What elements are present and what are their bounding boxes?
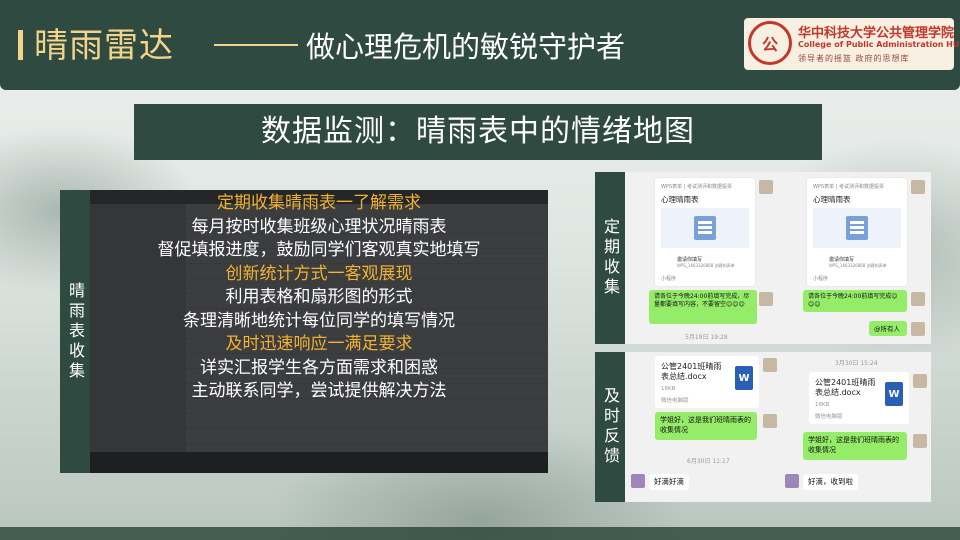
avatar	[759, 180, 773, 194]
avatar	[913, 374, 927, 388]
page-title: 晴雨雷达	[34, 26, 174, 66]
ack-bubble: 好滴好滴	[649, 474, 689, 490]
summary-line: 利用表格和扇形图的形式	[225, 287, 413, 307]
card-mini-program: 小程序	[661, 276, 677, 282]
card-preview	[813, 208, 901, 248]
left-panel-label: 晴雨表收集	[60, 190, 90, 473]
summary-line: 主动联系同学，尝试提供解决方法	[191, 381, 447, 401]
feedback-label-text: 及时反馈	[601, 387, 620, 467]
card-invite-sub: WPS_1663326868 创建的表单	[829, 263, 887, 268]
file-size: 18KB	[815, 402, 830, 408]
file-name: 公管2401班晴雨表总结.docx	[661, 362, 722, 381]
card-title: 心理晴雨表	[661, 195, 699, 204]
mention-bubble: @所有人	[869, 321, 907, 336]
avatar	[763, 414, 777, 428]
reminder-bubble: 请各位于今晚24:00前填写完成，尽量都要填写内容，不要留空😊😊😊	[649, 290, 757, 324]
word-doc-icon: W	[735, 366, 753, 390]
summary-heading-3: 及时迅速响应一满足要求	[225, 334, 413, 354]
feedback-chat-screenshot: 公管2401班晴雨表总结.docx 18KB 微信电脑版 W 学姐好，这是我们班…	[625, 352, 931, 502]
college-name-cn: 华中科技大学公共管理学院	[798, 26, 955, 41]
avatar	[785, 474, 799, 488]
feedback-label: 及时反馈	[595, 352, 625, 502]
page-subtitle: 做心理危机的敏锐守护者	[306, 30, 626, 64]
avatar	[911, 292, 925, 306]
form-share-card[interactable]: WPS表单 | 考试测评和数据投票 心理晴雨表 邀请你填写 WPS_166332…	[807, 178, 907, 286]
reply-bubble: 学姐好，这是我们班晴雨表的收集情况	[803, 432, 907, 460]
file-message-card[interactable]: 公管2401班晴雨表总结.docx 18KB 微信电脑版 W	[809, 372, 909, 424]
card-preview	[661, 208, 749, 248]
college-motto: 领导者的摇篮 政府的思想库	[798, 54, 910, 63]
card-invite: 邀请你填写	[677, 257, 703, 263]
summary-line: 详实汇报学生各方面需求和困惑	[200, 357, 438, 378]
card-mini-program: 小程序	[813, 276, 829, 282]
spreadsheet-screenshot: 定期收集晴雨表一了解需求 每月按时收集班级心理状况晴雨表 督促填报进度，鼓励同学…	[90, 190, 548, 473]
college-logo: 公 华中科技大学公共管理学院 College of Public Adminis…	[744, 18, 960, 70]
form-share-card[interactable]: WPS表单 | 考试测评和数据投票 心理晴雨表 邀请你填写 WPS_166332…	[655, 178, 755, 286]
collect-label: 定期收集	[595, 172, 625, 344]
ack-bubble: 好滴，收到啦	[803, 474, 858, 490]
left-panel-label-text: 晴雨表收集	[66, 281, 85, 382]
summary-heading-1: 定期收集晴雨表一了解需求	[217, 193, 421, 213]
form-icon	[694, 216, 716, 240]
collect-chat-screenshot: WPS表单 | 考试测评和数据投票 心理晴雨表 邀请你填写 WPS_166332…	[625, 172, 931, 344]
card-invite: 邀请你填写	[829, 257, 855, 263]
avatar	[631, 474, 645, 488]
summary-line: 督促填报进度，鼓励同学们客观真实地填写	[157, 240, 481, 260]
summary-line: 每月按时收集班级心理状况晴雨表	[191, 216, 447, 237]
summary-heading-2: 创新统计方式一客观展现	[225, 263, 413, 284]
avatar	[911, 322, 925, 336]
summary-text-block: 定期收集晴雨表一了解需求 每月按时收集班级心理状况晴雨表 督促填报进度，鼓励同学…	[90, 192, 548, 404]
title-accent-bar	[18, 30, 23, 60]
section-title: 数据监测：晴雨表中的情绪地图	[261, 114, 695, 149]
reply-bubble: 学姐好，这是我们班晴雨表的收集情况	[655, 412, 757, 440]
card-header: WPS表单 | 考试测评和数据投票	[813, 184, 884, 190]
avatar	[911, 180, 925, 194]
college-seal-icon: 公	[748, 21, 792, 65]
avatar	[759, 292, 773, 306]
file-name: 公管2401班晴雨表总结.docx	[815, 378, 876, 397]
title-dash-line	[214, 44, 298, 46]
file-size: 18KB	[661, 386, 676, 392]
footer-strip	[0, 527, 960, 540]
form-icon	[846, 216, 868, 240]
word-doc-icon: W	[885, 382, 903, 406]
card-invite-sub: WPS_1663326868 创建的表单	[677, 263, 735, 268]
chat-timestamp: 3月30日 15:24	[835, 360, 878, 367]
file-message-card[interactable]: 公管2401班晴雨表总结.docx 18KB 微信电脑版 W	[655, 356, 759, 408]
collect-label-text: 定期收集	[601, 218, 620, 298]
header-bar: 晴雨雷达 做心理危机的敏锐守护者 公 华中科技大学公共管理学院 College …	[0, 0, 960, 90]
reminder-bubble: 请各位于今晚24:00前填写完成😊😊😊	[803, 290, 907, 312]
card-title: 心理晴雨表	[813, 195, 851, 204]
summary-line: 条理清晰地统计每位同学的填写情况	[183, 310, 455, 331]
file-source: 微信电脑版	[661, 398, 689, 404]
file-source: 微信电脑版	[815, 414, 843, 420]
card-header: WPS表单 | 考试测评和数据投票	[661, 184, 732, 190]
section-banner: 数据监测：晴雨表中的情绪地图	[134, 104, 822, 160]
chat-timestamp: 6月30日 11:17	[687, 458, 730, 465]
chat-timestamp: 5月19日 19:28	[685, 334, 728, 341]
avatar	[763, 358, 777, 372]
college-name-en: College of Public Administration HUST	[798, 40, 960, 49]
avatar	[913, 434, 927, 448]
